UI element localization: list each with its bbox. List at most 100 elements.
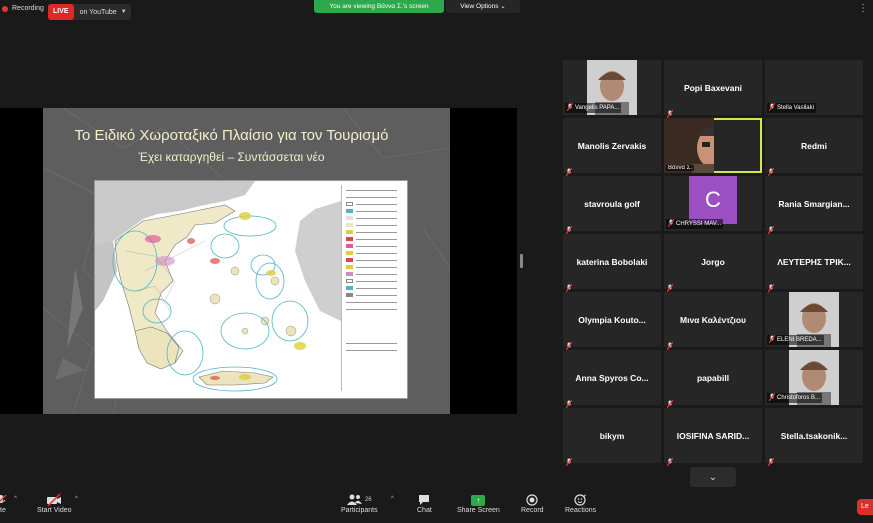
livestream-control[interactable]: LIVE on YouTube ▼ xyxy=(48,4,131,20)
participant-name: Popi Baxevani xyxy=(683,82,743,93)
participant-name: bikym xyxy=(599,430,625,441)
participant-name: Anna Spyros Co... xyxy=(575,372,649,383)
participant-name: Βάννα Σ. xyxy=(668,165,692,171)
microphone-muted-icon xyxy=(768,103,776,113)
participant-tile[interactable]: Anna Spyros Co... xyxy=(563,350,661,409)
microphone-muted-icon xyxy=(768,335,776,345)
microphone-muted-icon xyxy=(565,163,573,177)
more-icon[interactable]: ⋮ xyxy=(858,3,868,14)
participant-name: Christoforos B... xyxy=(777,395,821,401)
zoom-meeting-window: Recording LIVE on YouTube ▼ You are view… xyxy=(0,0,873,523)
record-icon xyxy=(526,493,538,507)
chevron-down-icon[interactable]: ⌄ xyxy=(690,467,736,487)
microphone-muted-icon xyxy=(767,163,775,177)
leave-button[interactable]: Le xyxy=(857,499,873,515)
participant-name: Stella Vasilaki xyxy=(777,105,814,111)
participant-tile[interactable]: Rania Smargian... xyxy=(765,176,863,235)
meeting-toolbar: ute ^ Start Video ^ 26 Participants ^ Ch… xyxy=(0,491,873,523)
view-options-label: View Options xyxy=(460,3,499,10)
reactions-icon: + xyxy=(573,493,588,507)
record-button[interactable]: Record xyxy=(521,493,544,514)
greece-map-drawing xyxy=(95,181,341,398)
chat-label: Chat xyxy=(417,507,432,514)
microphone-muted-icon xyxy=(666,337,674,351)
microphone-muted-icon xyxy=(767,453,775,467)
recording-label: Recording xyxy=(12,5,44,12)
participant-tile[interactable]: katerina Bobolaki xyxy=(563,234,661,293)
start-video-button[interactable]: Start Video xyxy=(37,493,72,514)
participant-tile[interactable]: ΛΕΥΤΕΡΗΣ ΤΡΙΚ... xyxy=(765,234,863,293)
participant-tile[interactable]: Stella.tsakonik... xyxy=(765,408,863,467)
participant-label: Vangelis PAPA... xyxy=(565,103,622,113)
participant-name: papabill xyxy=(696,372,730,383)
microphone-muted-icon xyxy=(667,219,675,229)
record-label: Record xyxy=(521,507,544,514)
participants-count: 26 xyxy=(364,497,372,503)
participant-name: Stella.tsakonik... xyxy=(780,430,848,441)
participant-name: katerina Bobolaki xyxy=(576,256,648,267)
participant-tile[interactable]: IOSIFINA SARID... xyxy=(664,408,762,467)
microphone-muted-icon xyxy=(565,279,573,293)
participant-name: ΛΕΥΤΕΡΗΣ ΤΡΙΚ... xyxy=(777,256,851,267)
participant-name: Manolis Zervakis xyxy=(577,140,647,151)
reactions-button[interactable]: + Reactions xyxy=(565,493,596,514)
participants-icon: 26 xyxy=(346,493,372,507)
microphone-muted-icon xyxy=(565,395,573,409)
live-badge: LIVE xyxy=(48,4,74,20)
participant-tile[interactable]: Μινα Καλέντζιου xyxy=(664,292,762,351)
participant-label: CHRYSSI MAV... xyxy=(666,219,724,229)
participant-tile[interactable]: Vangelis PAPA... xyxy=(563,60,661,115)
microphone-muted-icon xyxy=(666,279,674,293)
presentation-slide: Το Ειδικό Χωροταξικό Πλαίσιο για τον Του… xyxy=(43,108,450,414)
share-screen-button[interactable]: ↑ Share Screen xyxy=(457,493,500,514)
view-options-button[interactable]: View Options ⌄ xyxy=(446,0,520,13)
participant-label: Βάννα Σ. xyxy=(666,165,694,171)
microphone-muted-icon xyxy=(666,453,674,467)
microphone-muted-icon xyxy=(565,453,573,467)
splitter-handle[interactable] xyxy=(520,254,523,268)
share-screen-label: Share Screen xyxy=(457,507,500,514)
participant-tile[interactable]: Jorgo xyxy=(664,234,762,293)
avatar: C xyxy=(689,176,737,224)
participant-tile[interactable]: Christoforos B... xyxy=(765,350,863,405)
chat-icon xyxy=(418,493,430,507)
participant-label: Stella Vasilaki xyxy=(767,103,816,113)
microphone-muted-icon xyxy=(0,493,8,507)
participant-name: Μινα Καλέντζιου xyxy=(680,314,746,325)
participant-tile[interactable]: Redmi xyxy=(765,118,863,177)
participants-button[interactable]: 26 Participants xyxy=(341,493,378,514)
camera-off-icon xyxy=(46,493,62,507)
participant-tile[interactable]: bikym xyxy=(563,408,661,467)
mute-caret-icon[interactable]: ^ xyxy=(14,496,17,502)
microphone-muted-icon xyxy=(666,395,674,409)
microphone-muted-icon xyxy=(666,105,674,119)
participant-tile[interactable]: Olympia Kouto... xyxy=(563,292,661,351)
microphone-muted-icon xyxy=(767,221,775,235)
recording-dot-icon xyxy=(2,5,8,12)
recording-indicator[interactable]: Recording xyxy=(2,5,44,12)
participant-tile[interactable]: Popi Baxevani xyxy=(664,60,762,119)
participant-tile[interactable]: Βάννα Σ. xyxy=(664,118,762,173)
participant-tile[interactable]: C CHRYSSI MAV... xyxy=(664,176,762,231)
participant-tile[interactable]: Stella Vasilaki xyxy=(765,60,863,115)
participant-tile[interactable]: stavroula golf xyxy=(563,176,661,235)
shared-screen: Το Ειδικό Χωροταξικό Πλαίσιο για τον Του… xyxy=(0,108,517,414)
mute-label: ute xyxy=(0,507,6,514)
participant-name: Olympia Kouto... xyxy=(578,314,646,325)
chat-button[interactable]: Chat xyxy=(417,493,432,514)
viewing-banner: You are viewing Βάννα Σ.'s screen xyxy=(314,0,444,13)
participant-name: Rania Smargian... xyxy=(778,198,850,209)
participant-name: Redmi xyxy=(801,140,827,151)
participant-name: stavroula golf xyxy=(584,198,640,209)
participant-tile[interactable]: Manolis Zervakis xyxy=(563,118,661,177)
participants-caret-icon[interactable]: ^ xyxy=(391,496,394,502)
share-screen-icon: ↑ xyxy=(471,494,486,506)
participants-label: Participants xyxy=(341,507,378,514)
mute-button[interactable]: ute xyxy=(0,493,8,514)
caret-down-icon[interactable]: ▼ xyxy=(121,9,127,15)
microphone-muted-icon xyxy=(768,393,776,403)
participant-tile[interactable]: ELENI BREDA... xyxy=(765,292,863,347)
video-caret-icon[interactable]: ^ xyxy=(75,496,78,502)
greece-map-figure xyxy=(94,180,408,399)
participant-tile[interactable]: papabill xyxy=(664,350,762,409)
